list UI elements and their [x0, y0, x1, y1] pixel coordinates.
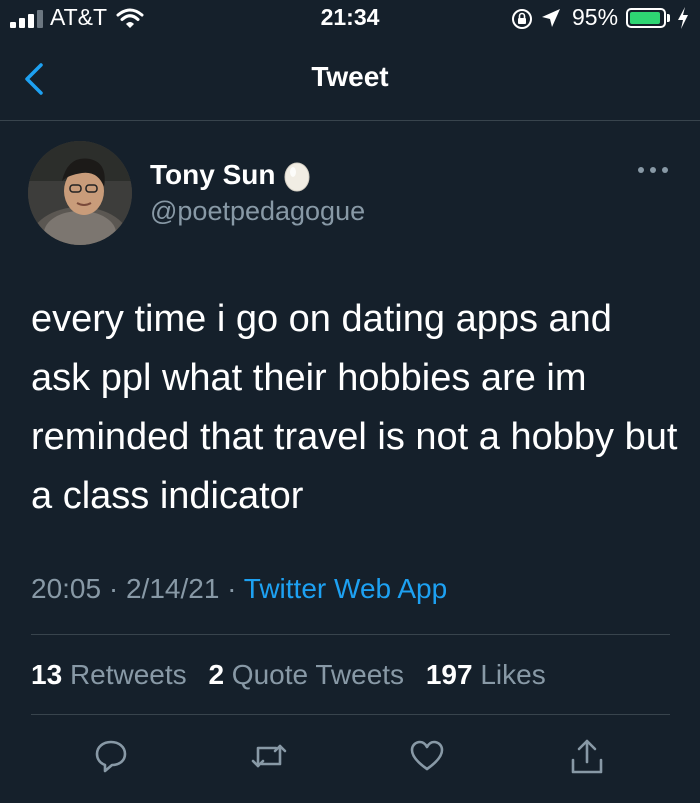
orientation-lock-icon: [512, 9, 532, 29]
retweets-stat[interactable]: 13 Retweets: [31, 659, 187, 690]
page-title: Tweet: [311, 61, 389, 92]
retweet-icon[interactable]: [250, 738, 288, 774]
likes-stat[interactable]: 197 Likes: [426, 659, 546, 690]
tweet-date: 2/14/21: [125, 573, 220, 604]
share-icon[interactable]: [569, 738, 605, 776]
location-icon: [542, 9, 560, 27]
divider: [31, 634, 670, 635]
like-icon[interactable]: [409, 738, 445, 774]
battery-percent: 95%: [572, 4, 619, 30]
retweets-count: 13: [31, 659, 63, 690]
quotes-label: Quote Tweets: [231, 659, 405, 690]
avatar-photo: [28, 141, 132, 245]
meta-separator: ·: [108, 573, 119, 604]
author-name-row[interactable]: Tony Sun: [150, 158, 311, 192]
reply-icon[interactable]: [93, 738, 129, 774]
tweet-text: every time i go on dating apps and ask p…: [31, 298, 678, 517]
meta-separator: ·: [227, 573, 237, 604]
charging-icon: [678, 7, 688, 29]
likes-count: 197: [425, 659, 473, 690]
divider: [31, 714, 670, 715]
likes-label: Likes: [480, 659, 546, 690]
tweet-meta: 20:05 · 2/14/21 · Twitter Web App: [31, 573, 447, 605]
tweet-stats: 13 Retweets 2 Quote Tweets 197 Likes: [31, 659, 560, 691]
battery-icon: [626, 8, 666, 28]
nav-bar: Tweet: [0, 40, 700, 121]
battery-cap: [667, 14, 670, 22]
verified-egg-icon: [284, 162, 310, 192]
quote-tweets-stat[interactable]: 2 Quote Tweets: [208, 659, 404, 690]
tweet-time: 20:05: [31, 573, 102, 604]
author-handle[interactable]: @poetpedagogue: [150, 196, 365, 227]
quotes-count: 2: [208, 659, 225, 690]
tweet-source-link[interactable]: Twitter Web App: [244, 573, 447, 604]
retweets-label: Retweets: [69, 659, 187, 690]
author-name: Tony Sun: [150, 159, 276, 190]
status-bar: AT&T 21:34 95%: [0, 0, 700, 40]
more-icon[interactable]: [636, 160, 670, 180]
avatar[interactable]: [28, 141, 132, 245]
